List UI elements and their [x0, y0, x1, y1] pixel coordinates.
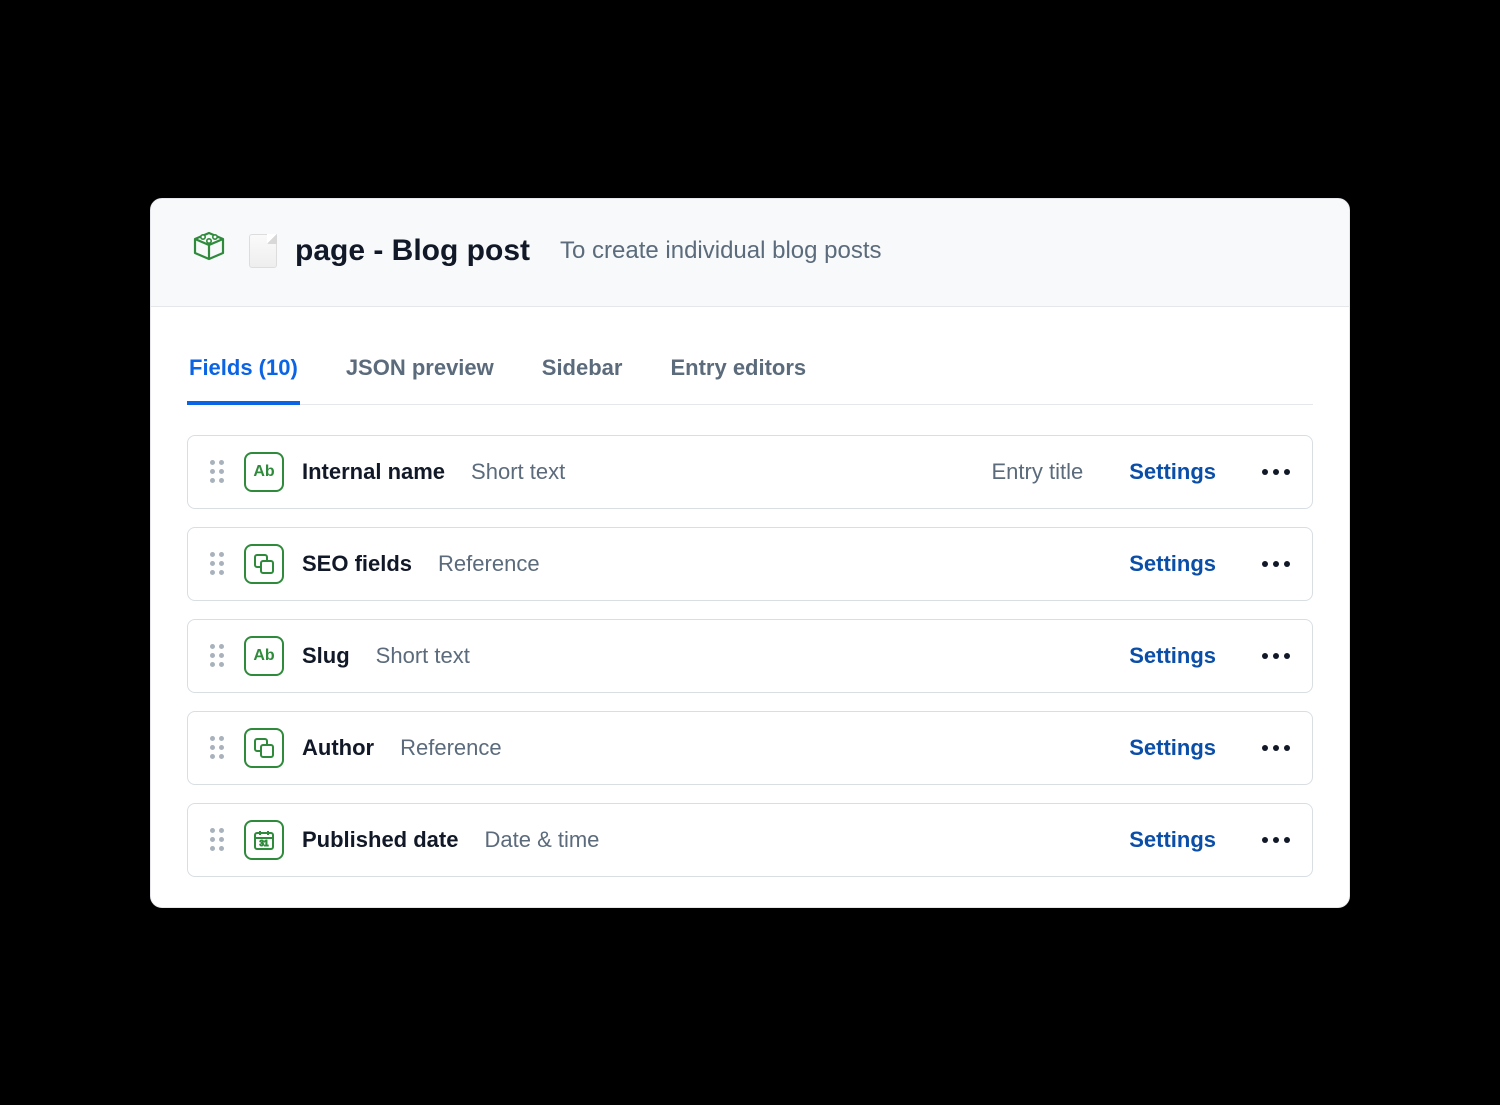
- field-row: Author Reference Settings: [187, 711, 1313, 785]
- field-type: Reference: [400, 735, 502, 761]
- field-name: Published date: [302, 827, 458, 853]
- field-name: Author: [302, 735, 374, 761]
- page-title: page - Blog post: [295, 234, 530, 268]
- page-doc-icon: [249, 234, 277, 268]
- entry-title-badge: Entry title: [992, 459, 1084, 485]
- card-header: page - Blog post To create individual bl…: [151, 199, 1349, 307]
- field-type: Reference: [438, 551, 540, 577]
- field-settings-button[interactable]: Settings: [1129, 551, 1216, 577]
- more-actions-icon[interactable]: [1262, 469, 1290, 475]
- more-actions-icon[interactable]: [1262, 837, 1290, 843]
- field-row: SEO fields Reference Settings: [187, 527, 1313, 601]
- tab-fields-10[interactable]: Fields (10): [187, 341, 300, 405]
- text-type-icon: Ab: [244, 636, 284, 676]
- tabs: Fields (10) JSON preview Sidebar Entry edit…: [187, 341, 1313, 405]
- text-type-icon: Ab: [244, 452, 284, 492]
- field-name: Internal name: [302, 459, 445, 485]
- field-settings-button[interactable]: Settings: [1129, 643, 1216, 669]
- card-body: Fields (10) JSON preview Sidebar Entry edit…: [151, 307, 1349, 907]
- reference-type-icon: [244, 728, 284, 768]
- field-list: Ab Internal name Short text Entry title Sett…: [187, 435, 1313, 877]
- drag-handle-icon[interactable]: [210, 552, 226, 576]
- field-row: 31 Published date Date & time Settings: [187, 803, 1313, 877]
- reference-type-icon: [244, 544, 284, 584]
- more-actions-icon[interactable]: [1262, 653, 1290, 659]
- field-row: Ab Slug Short text Settings: [187, 619, 1313, 693]
- field-settings-button[interactable]: Settings: [1129, 827, 1216, 853]
- tab-json-preview[interactable]: JSON preview: [344, 341, 496, 405]
- page-subtitle: To create individual blog posts: [560, 237, 882, 265]
- drag-handle-icon[interactable]: [210, 644, 226, 668]
- date-type-icon: 31: [244, 820, 284, 860]
- svg-text:31: 31: [260, 839, 269, 848]
- field-type: Date & time: [484, 827, 599, 853]
- more-actions-icon[interactable]: [1262, 745, 1290, 751]
- content-type-card: page - Blog post To create individual bl…: [150, 198, 1350, 908]
- tab-sidebar[interactable]: Sidebar: [540, 341, 625, 405]
- drag-handle-icon[interactable]: [210, 828, 226, 852]
- field-type: Short text: [376, 643, 470, 669]
- drag-handle-icon[interactable]: [210, 736, 226, 760]
- field-name: Slug: [302, 643, 350, 669]
- content-type-icon: [187, 227, 231, 276]
- field-settings-button[interactable]: Settings: [1129, 459, 1216, 485]
- drag-handle-icon[interactable]: [210, 460, 226, 484]
- field-type: Short text: [471, 459, 565, 485]
- more-actions-icon[interactable]: [1262, 561, 1290, 567]
- tab-entry-editors[interactable]: Entry editors: [668, 341, 808, 405]
- field-settings-button[interactable]: Settings: [1129, 735, 1216, 761]
- field-row: Ab Internal name Short text Entry title Sett…: [187, 435, 1313, 509]
- field-name: SEO fields: [302, 551, 412, 577]
